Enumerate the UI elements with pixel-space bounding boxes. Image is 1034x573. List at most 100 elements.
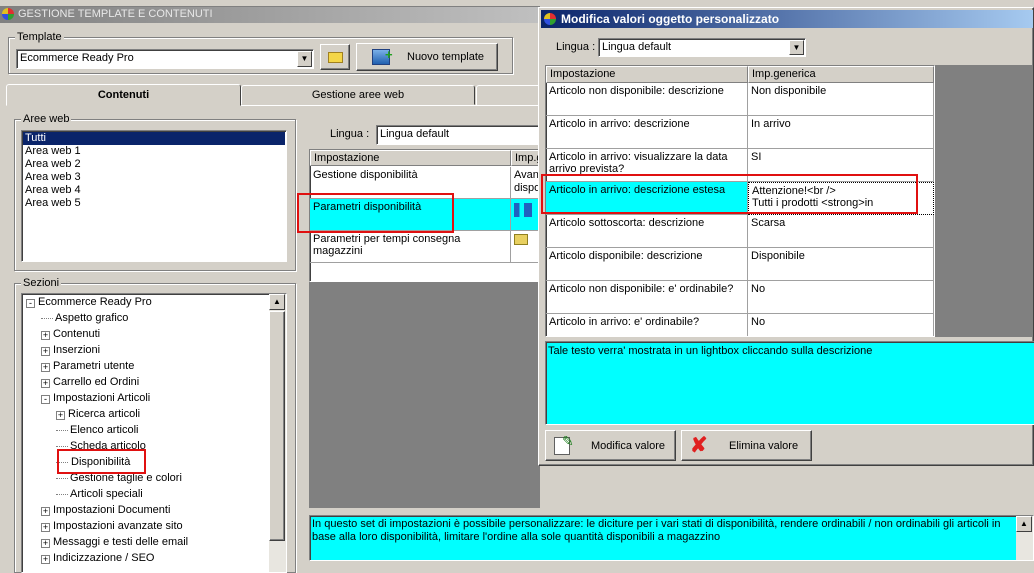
aree-web-item[interactable]: Area web 3: [23, 171, 285, 184]
expand-icon[interactable]: +: [41, 347, 50, 356]
main-settings-grid: Impostazione Imp.g Gestione disponibilit…: [309, 149, 540, 282]
edit-value-button[interactable]: ✎ Modifica valore: [545, 430, 676, 461]
scroll-thumb[interactable]: [269, 311, 285, 541]
dialog-header-imp-generica[interactable]: Imp.generica: [748, 66, 934, 83]
expand-icon[interactable]: +: [41, 555, 50, 564]
dialog-cell-value: Scarsa: [748, 215, 934, 248]
aree-web-item[interactable]: Area web 1: [23, 145, 285, 158]
tab-gestione-aree-web[interactable]: Gestione aree web: [241, 85, 475, 105]
tree-scrollbar[interactable]: ▲: [269, 294, 286, 572]
dialog-cell-name: Articolo in arrivo: visualizzare la data…: [546, 149, 748, 182]
tree-item[interactable]: Aspetto grafico: [41, 312, 128, 324]
grid-row[interactable]: Parametri per tempi consegna magazzini: [310, 231, 539, 263]
grid-row[interactable]: Gestione disponibilità Avan dispo: [310, 167, 539, 199]
aree-web-item[interactable]: Area web 4: [23, 184, 285, 197]
tree-item-label: Ricerca articoli: [68, 408, 141, 420]
tree-item[interactable]: Articoli speciali: [56, 488, 143, 500]
aree-web-item[interactable]: Area web 5: [23, 197, 285, 210]
chevron-down-icon[interactable]: ▼: [297, 51, 312, 67]
dialog-row[interactable]: Articolo in arrivo: visualizzare la data…: [546, 149, 934, 182]
dialog-cell-value: Disponibile: [748, 248, 934, 281]
new-template-button[interactable]: + Nuovo template: [356, 43, 498, 71]
expand-icon[interactable]: +: [41, 379, 50, 388]
expand-icon[interactable]: +: [56, 411, 65, 420]
tree-item-label: Messaggi e testi delle email: [53, 536, 189, 548]
tree-item-label: Aspetto grafico: [55, 312, 129, 324]
tree-item-label: Impostazioni Articoli: [53, 392, 151, 404]
dialog-lingua-label: Lingua :: [556, 41, 596, 53]
delete-value-button[interactable]: ✘ Elimina valore: [681, 430, 812, 461]
expand-icon[interactable]: +: [41, 539, 50, 548]
expand-icon[interactable]: +: [41, 363, 50, 372]
tree-item[interactable]: Gestione taglie e colori: [56, 472, 182, 484]
aree-web-item[interactable]: Area web 2: [23, 158, 285, 171]
tree-item[interactable]: Scheda articolo: [56, 440, 146, 452]
plus-icon: +: [385, 47, 393, 62]
tree-item[interactable]: + Impostazioni avanzate sito: [41, 520, 183, 532]
dialog-row[interactable]: Articolo in arrivo: descrizione estesa At…: [546, 182, 934, 215]
dialog-cell-name: Articolo in arrivo: descrizione estesa: [546, 182, 748, 215]
tree-item[interactable]: + Contenuti: [41, 328, 100, 340]
lingua-label: Lingua :: [330, 128, 370, 140]
dialog-window: Modifica valori oggetto personalizzato L…: [538, 7, 1034, 466]
grid-header-impostazione[interactable]: Impostazione: [310, 150, 511, 166]
grid-cell-name: Parametri per tempi consegna magazzini: [310, 231, 511, 263]
dialog-cell-name: Articolo in arrivo: descrizione: [546, 116, 748, 149]
template-group-label: Template: [15, 31, 64, 43]
pencil-icon: ✎: [562, 433, 574, 449]
expand-icon[interactable]: +: [41, 331, 50, 340]
tab-contenuti[interactable]: Contenuti: [6, 84, 241, 106]
tree-item-label: Inserzioni: [53, 344, 101, 356]
collapse-icon[interactable]: -: [41, 395, 50, 404]
template-select[interactable]: Ecommerce Ready Pro ▼: [16, 49, 314, 69]
aree-web-list[interactable]: Tutti Area web 1 Area web 2 Area web 3 Area …: [21, 130, 287, 262]
tree-item[interactable]: + Indicizzazione / SEO: [41, 552, 155, 564]
tree-item[interactable]: + Carrello ed Ordini: [41, 376, 139, 388]
dialog-row[interactable]: Articolo non disponibile: descrizione Non…: [546, 83, 934, 116]
tree-item-label: Indicizzazione / SEO: [53, 552, 155, 564]
open-folder-button[interactable]: [320, 44, 350, 70]
grid-row[interactable]: Parametri disponibilità: [310, 199, 539, 231]
tree-item[interactable]: + Impostazioni Documenti: [41, 504, 170, 516]
chevron-down-icon[interactable]: ▼: [789, 40, 804, 55]
aree-web-item[interactable]: Tutti: [23, 132, 285, 145]
sezioni-tree[interactable]: - Ecommerce Ready Pro Aspetto grafico + Cont…: [21, 293, 287, 573]
tree-item-label: Ecommerce Ready Pro: [38, 296, 152, 308]
expand-icon[interactable]: +: [41, 507, 50, 516]
folder-icon: [328, 52, 343, 63]
tree-item[interactable]: + Messaggi e testi delle email: [41, 536, 188, 548]
tree-item[interactable]: + Parametri utente: [41, 360, 134, 372]
structure-icon: [514, 203, 532, 217]
tree-item[interactable]: - Ecommerce Ready Pro: [26, 296, 152, 308]
tree-item[interactable]: Disponibilità: [56, 456, 131, 468]
description-scrollbar[interactable]: ▲: [1016, 516, 1033, 560]
dialog-cell-value: In arrivo: [748, 116, 934, 149]
dialog-row[interactable]: Articolo in arrivo: e' ordinabile? No: [546, 314, 934, 336]
scroll-up-button[interactable]: ▲: [1016, 516, 1032, 532]
tree-item[interactable]: - Impostazioni Articoli: [41, 392, 150, 404]
dialog-row[interactable]: Articolo non disponibile: e' ordinabile?…: [546, 281, 934, 314]
dialog-header-impostazione[interactable]: Impostazione: [546, 66, 748, 83]
tree-item-label: Carrello ed Ordini: [53, 376, 140, 388]
dialog-row[interactable]: Articolo sottoscorta: descrizione Scarsa: [546, 215, 934, 248]
tree-item[interactable]: + Ricerca articoli: [56, 408, 140, 420]
main-lingua-select[interactable]: Lingua default: [376, 125, 540, 145]
grid-header-imp[interactable]: Imp.g: [511, 150, 539, 166]
tree-item-label: Contenuti: [53, 328, 101, 340]
scroll-up-button[interactable]: ▲: [269, 294, 285, 310]
dialog-settings-grid: Impostazione Imp.generica Articolo non d…: [545, 65, 935, 337]
tree-item[interactable]: Elenco articoli: [56, 424, 138, 436]
collapse-icon[interactable]: -: [26, 299, 35, 308]
tree-item[interactable]: + Inserzioni: [41, 344, 100, 356]
dialog-titlebar[interactable]: Modifica valori oggetto personalizzato: [541, 10, 1033, 28]
tree-item-label: Scheda articolo: [70, 440, 146, 452]
main-description-box: In questo set di impostazioni è possibil…: [309, 515, 1034, 561]
expand-icon[interactable]: +: [41, 523, 50, 532]
dialog-row[interactable]: Articolo in arrivo: descrizione In arrivo: [546, 116, 934, 149]
dialog-lingua-select[interactable]: Lingua default ▼: [598, 38, 806, 57]
grid-cell-value: Avan dispo: [511, 167, 539, 199]
app-icon: [544, 13, 556, 25]
dialog-help-text: Tale testo verra' mostrata in un lightbo…: [548, 345, 873, 357]
main-window-titlebar: GESTIONE TEMPLATE E CONTENUTI: [0, 7, 540, 23]
dialog-row[interactable]: Articolo disponibile: descrizione Disponi…: [546, 248, 934, 281]
